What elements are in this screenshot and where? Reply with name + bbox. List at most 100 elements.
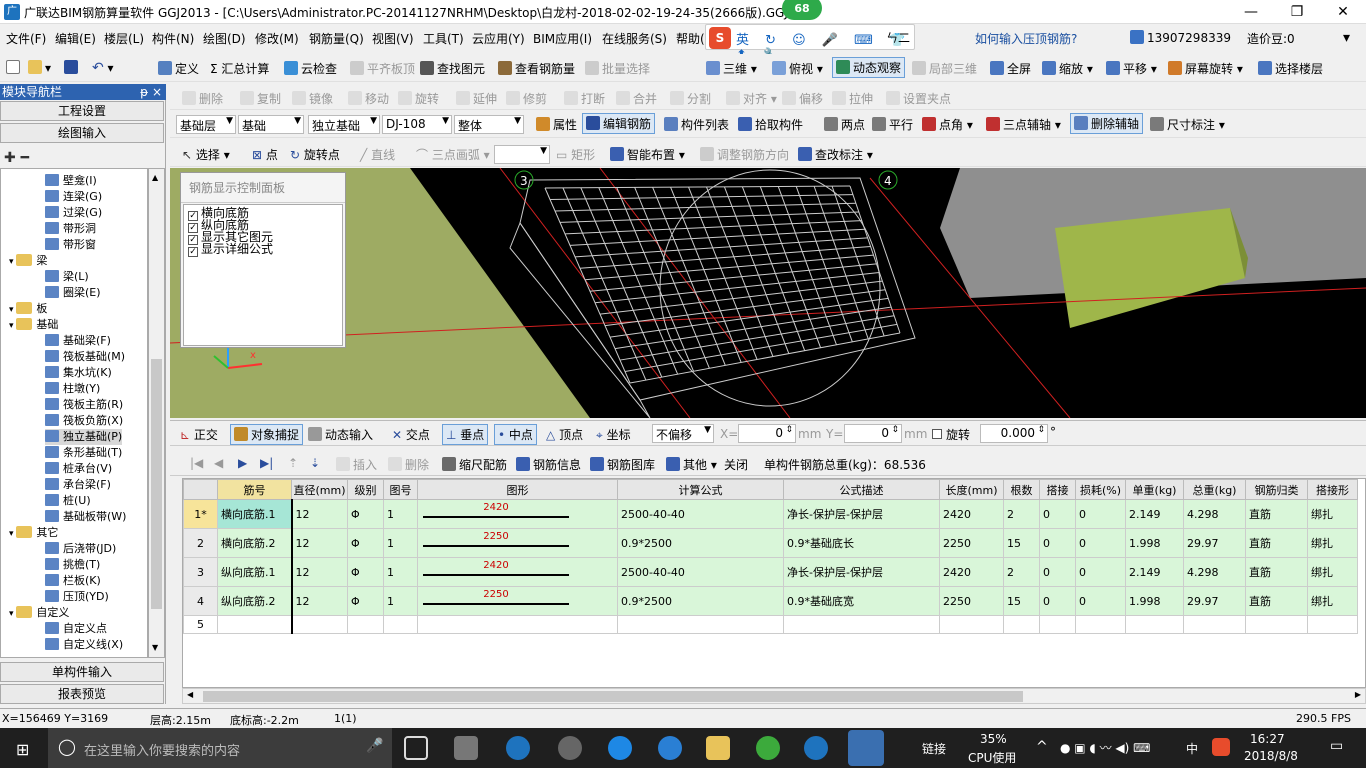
find-element-button[interactable]: 查找图元 [420,60,485,77]
nav-first-icon[interactable]: |◀ [190,456,203,470]
header-loss[interactable]: 损耗(%) [1075,479,1126,500]
lap-type-cell[interactable]: 绑扎 [1307,586,1358,616]
scale-rebar-button[interactable]: 缩尺配筋 [442,456,507,473]
header-diameter[interactable]: 直径(mm) [291,479,348,500]
dynamic-input-button[interactable]: 动态输入 [308,426,373,443]
expand-toggle-icon[interactable]: ▾ [9,609,16,619]
formula-cell[interactable]: 0.9*2500 [617,586,784,616]
input-lang[interactable]: 中 [1186,740,1198,757]
length-cell[interactable]: 2420 [939,557,1004,587]
menu-floor[interactable]: 楼层(L) [104,30,144,47]
diameter-cell[interactable]: 12 [291,528,348,558]
expand-all-icon[interactable]: ✚ ━ [4,150,29,166]
lap-cell[interactable]: 0 [1039,499,1076,529]
figure-no-cell[interactable]: 1 [383,528,418,558]
header-count[interactable]: 根数 [1003,479,1040,500]
3d-button[interactable]: 三维 ▾ [706,60,757,77]
app-swirl-icon[interactable] [558,736,582,760]
figure-no-cell[interactable]: 1 [383,499,418,529]
trim-button[interactable]: 修剪 [506,90,547,107]
nav-prev-icon[interactable]: ◀ [214,456,223,470]
perpendicular-button[interactable]: ⊥ 垂点 [442,424,489,445]
empty-cell[interactable] [1245,615,1308,634]
table-row[interactable]: 3 纵向底筋.1 12 Φ 1 2420 2500-40-40 净长-保护层-保护层 2420 2… [183,557,1358,587]
point-angle-button[interactable]: 点角 ▾ [922,116,973,133]
formula-cell[interactable]: 2500-40-40 [617,499,784,529]
grade-cell[interactable]: Φ [347,586,384,616]
set-grip-button[interactable]: 设置夹点 [886,90,951,107]
check-annotation-button[interactable]: 查改标注 ▾ [798,146,873,163]
total-weight-cell[interactable]: 4.298 [1183,557,1246,587]
formula-cell[interactable]: 2500-40-40 [617,557,784,587]
report-preview-button[interactable]: 报表预览 [0,684,164,704]
split-button[interactable]: 分割 [670,90,711,107]
draw-combo[interactable]: ▼ [494,145,550,164]
hscroll-thumb[interactable] [203,691,1023,702]
shape-cell[interactable]: 2420 [417,499,618,529]
expand-toggle-icon[interactable]: ▾ [9,321,16,331]
shape-cell[interactable]: 2420 [417,557,618,587]
bar-name-cell[interactable]: 横向底筋.2 [217,528,293,558]
rectangle-button[interactable]: ▭ 矩形 [556,146,595,163]
3d-scene[interactable]: 3 4 x [170,168,1366,418]
tree-item[interactable]: 过梁(G) [45,205,102,221]
rotate-checkbox[interactable]: 旋转 [932,426,970,443]
bar-name-cell[interactable]: 纵向底筋.2 [217,586,293,616]
pick-component-button[interactable]: 拾取构件 [738,116,803,133]
checkbox-icon[interactable]: ✓ [188,247,198,257]
header-shape[interactable]: 图形 [417,479,618,500]
empty-cell[interactable] [417,615,618,634]
unit-weight-cell[interactable]: 2.149 [1125,557,1184,587]
tree-item[interactable]: 条形基础(T) [45,445,122,461]
ie-icon[interactable] [658,736,682,760]
question-link[interactable]: 如何输入压顶钢筋? [975,30,1077,47]
tree-item[interactable]: 连梁(G) [45,189,102,205]
nav-next-icon[interactable]: ▶ [238,456,247,470]
type-select[interactable]: 独立基础 ▼ [308,115,380,134]
smart-layout-button[interactable]: 智能布置 ▾ [610,146,685,163]
coordinate-button[interactable]: ⌖ 坐标 [596,426,631,443]
link-tray[interactable]: 链接 [922,740,946,757]
tree-item[interactable]: 带形洞 [45,221,96,237]
empty-cell[interactable] [291,615,348,634]
header-grade[interactable]: 级别 [347,479,384,500]
empty-cell[interactable] [1075,615,1126,634]
empty-cell[interactable] [1307,615,1358,634]
menu-rebar-qty[interactable]: 钢筋量(Q) [309,30,364,47]
empty-cell[interactable] [617,615,784,634]
edge-browser-icon[interactable] [506,736,530,760]
header-length[interactable]: 长度(mm) [939,479,1004,500]
bar-name-cell[interactable]: 纵向底筋.1 [217,557,293,587]
360-browser-icon[interactable] [756,736,780,760]
table-row[interactable]: 1* 横向底筋.1 12 Φ 1 2420 2500-40-40 净长-保护层-保护层 2420… [183,499,1358,529]
move-up-icon[interactable]: ⇡ [288,456,298,470]
other-button[interactable]: 其他 ▾ [666,456,717,473]
lap-cell[interactable]: 0 [1039,557,1076,587]
project-settings-button[interactable]: 工程设置 [0,101,164,121]
menu-component[interactable]: 构件(N) [152,30,194,47]
dropdown-arrow-icon[interactable]: ▾ [1343,30,1350,46]
category-cell[interactable]: 直筋 [1245,528,1308,558]
unit-weight-cell[interactable]: 1.998 [1125,586,1184,616]
open-file-icon[interactable]: ▾ [28,60,51,75]
break-button[interactable]: 打断 [564,90,605,107]
nav-last-icon[interactable]: ▶| [260,456,273,470]
loss-cell[interactable]: 0 [1075,499,1126,529]
save-icon[interactable] [64,60,81,75]
length-cell[interactable]: 2250 [939,528,1004,558]
tree-folder[interactable]: ▾ 板 [9,301,47,317]
description-cell[interactable]: 净长-保护层-保护层 [783,499,940,529]
3d-viewport[interactable]: 3 4 x [170,168,1366,418]
tree-folder[interactable]: ▾ 基础 [9,317,58,333]
tree-item[interactable]: 自定义点 [45,621,107,637]
top-view-button[interactable]: 俯视 ▾ [772,60,823,77]
table-row-empty[interactable]: 5 [183,615,1358,634]
grade-cell[interactable]: Φ [347,499,384,529]
parallel-button[interactable]: 平行 [872,116,913,133]
element-select[interactable]: DJ-108 ▼ [382,115,452,134]
menu-file[interactable]: 文件(F) [6,30,46,47]
component-list-button[interactable]: 构件列表 [664,116,729,133]
windows-start-icon[interactable]: ⊞ [16,740,29,759]
active-app-icon[interactable] [848,730,884,766]
three-point-axis-button[interactable]: 三点辅轴 ▾ [986,116,1061,133]
